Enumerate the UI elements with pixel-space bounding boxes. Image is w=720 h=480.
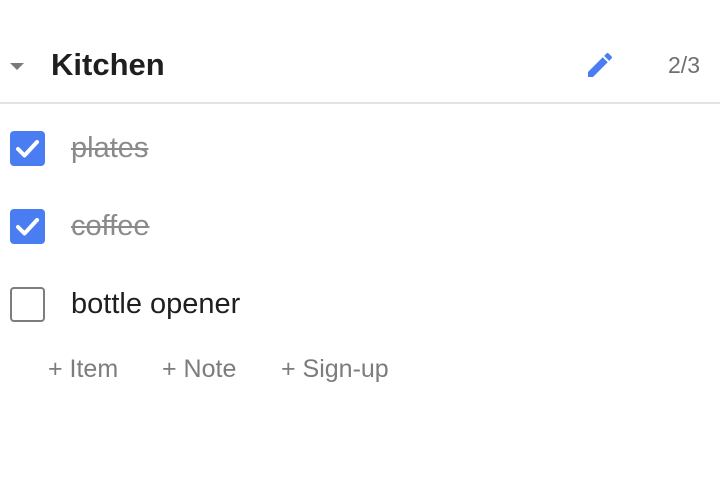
list-item: bottle opener <box>0 280 720 328</box>
check-icon <box>16 140 39 158</box>
item-checkbox[interactable] <box>10 131 45 166</box>
checklist-panel: Kitchen 2/3 plates coffee bottle opener … <box>0 0 720 480</box>
item-checkbox[interactable] <box>10 209 45 244</box>
section-title: Kitchen <box>51 47 165 82</box>
add-note-button[interactable]: + Note <box>162 352 236 386</box>
section-header: Kitchen 2/3 <box>0 28 720 104</box>
check-icon <box>16 218 39 236</box>
pencil-icon <box>588 52 613 77</box>
edit-button[interactable] <box>584 49 616 81</box>
caret-down-icon <box>10 63 24 70</box>
collapse-toggle[interactable] <box>6 54 28 76</box>
list-item: coffee <box>0 202 720 250</box>
item-label: plates <box>71 132 149 164</box>
item-label: coffee <box>71 210 150 242</box>
add-item-button[interactable]: + Item <box>48 352 118 386</box>
add-signup-button[interactable]: + Sign-up <box>281 352 389 386</box>
item-label: bottle opener <box>71 288 241 320</box>
list-item: plates <box>0 124 720 172</box>
completion-count: 2/3 <box>668 52 700 78</box>
item-checkbox[interactable] <box>10 287 45 322</box>
